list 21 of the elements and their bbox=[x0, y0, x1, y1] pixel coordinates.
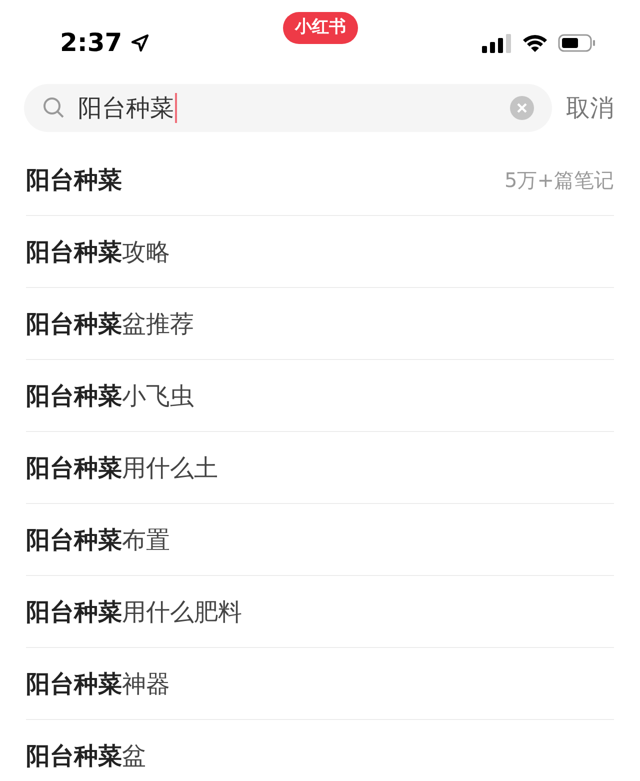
note-count: 5万+篇笔记 bbox=[504, 166, 614, 194]
suggestion-item[interactable]: 阳台种菜盆 bbox=[26, 738, 146, 774]
suggestion-item[interactable]: 阳台种菜小飞虫 bbox=[26, 378, 194, 414]
suggestion-item[interactable]: 阳台种菜布置 bbox=[26, 522, 170, 558]
suggestion-item[interactable]: 阳台种菜盆推荐 bbox=[26, 306, 194, 342]
search-text: 阳台种菜 bbox=[78, 93, 177, 123]
suggestion-item[interactable]: 阳台种菜攻略 bbox=[26, 234, 170, 270]
status-time: 2:37 bbox=[60, 27, 122, 60]
wifi-icon bbox=[522, 33, 548, 53]
cancel-button[interactable]: 取消 bbox=[566, 90, 614, 126]
suggestion-item[interactable]: 阳台种菜神器 bbox=[26, 666, 170, 702]
app-badge: 小红书 bbox=[283, 12, 358, 44]
suggestion-item[interactable]: 阳台种菜用什么肥料 bbox=[26, 594, 242, 630]
clear-icon[interactable] bbox=[510, 96, 534, 120]
location-arrow-icon bbox=[130, 33, 150, 53]
search-icon bbox=[42, 96, 66, 120]
signal-icon bbox=[482, 33, 512, 53]
suggestion-item[interactable]: 阳台种菜用什么土 bbox=[26, 450, 218, 486]
search-field[interactable]: 阳台种菜 bbox=[24, 84, 552, 132]
battery-icon bbox=[558, 33, 596, 53]
suggestion-item[interactable]: 阳台种菜 bbox=[26, 162, 122, 198]
